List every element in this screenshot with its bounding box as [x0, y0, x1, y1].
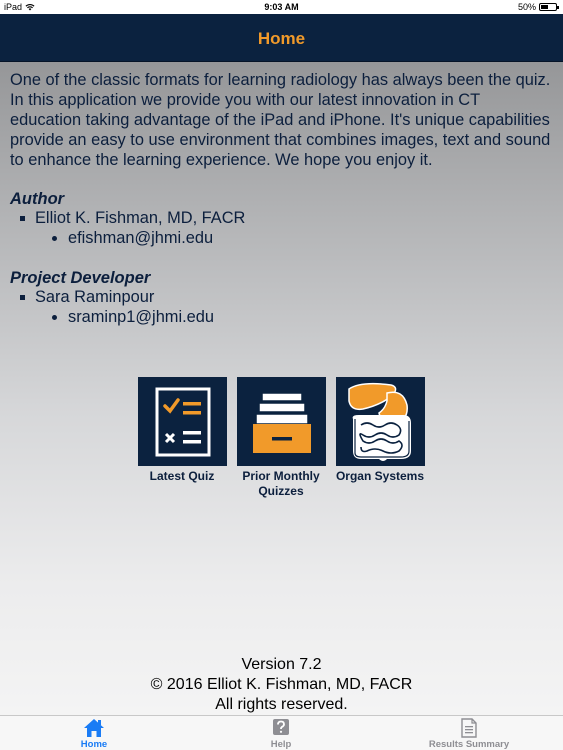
author-heading: Author: [10, 190, 65, 208]
author-email-item: efishman@jhmi.edu: [52, 229, 213, 248]
developer-name: Sara Raminpour: [35, 288, 155, 306]
author-name-item: Elliot K. Fishman, MD, FACR: [20, 209, 245, 228]
tab-bar: Home Help Results Summary: [0, 715, 563, 750]
digestive-organs-icon: [347, 382, 411, 461]
developer-heading: Project Developer: [10, 269, 151, 287]
status-time: 9:03 AM: [264, 2, 299, 12]
tab-help[interactable]: Help: [221, 718, 341, 750]
author-name: Elliot K. Fishman, MD, FACR: [35, 209, 246, 227]
question-icon: [273, 719, 289, 735]
round-bullet-icon: [52, 315, 57, 320]
round-bullet-icon: [52, 236, 57, 241]
copyright-text: © 2016 Elliot K. Fishman, MD, FACR: [150, 676, 413, 693]
tab-home[interactable]: Home: [34, 718, 154, 750]
developer-email-item: sraminp1@jhmi.edu: [52, 308, 214, 327]
page-title: Home: [257, 29, 306, 48]
tab-results-summary-label: Results Summary: [428, 739, 510, 750]
organ-systems-label[interactable]: Organ Systems: [330, 469, 430, 484]
file-drawer-icon: [252, 391, 311, 453]
tab-results-summary[interactable]: Results Summary: [409, 718, 529, 750]
tab-home-label: Home: [80, 739, 108, 750]
document-icon: [461, 718, 477, 738]
developer-name-item: Sara Raminpour: [20, 288, 154, 307]
battery-icon: [539, 3, 559, 11]
battery-percent: 50%: [517, 2, 536, 12]
author-email[interactable]: efishman@jhmi.edu: [68, 229, 213, 248]
house-icon: [84, 719, 104, 737]
square-bullet-icon: [20, 216, 25, 221]
navigation-bar: Home: [0, 14, 563, 62]
rights-text: All rights reserved.: [215, 696, 348, 713]
prior-monthly-quizzes-label[interactable]: Prior Monthly Quizzes: [231, 469, 331, 499]
prior-monthly-quizzes-button[interactable]: [237, 377, 326, 466]
version-text: Version 7.2: [241, 656, 322, 673]
developer-email[interactable]: sraminp1@jhmi.edu: [68, 308, 214, 327]
latest-quiz-label[interactable]: Latest Quiz: [132, 469, 232, 484]
square-bullet-icon: [20, 295, 25, 300]
latest-quiz-button[interactable]: [138, 377, 227, 466]
tab-help-label: Help: [270, 739, 292, 750]
status-bar: iPad 9:03 AM 50%: [0, 0, 563, 14]
organ-systems-button[interactable]: [336, 377, 425, 466]
intro-paragraph: One of the classic formats for learning …: [10, 71, 551, 169]
checklist-icon: [155, 387, 210, 456]
